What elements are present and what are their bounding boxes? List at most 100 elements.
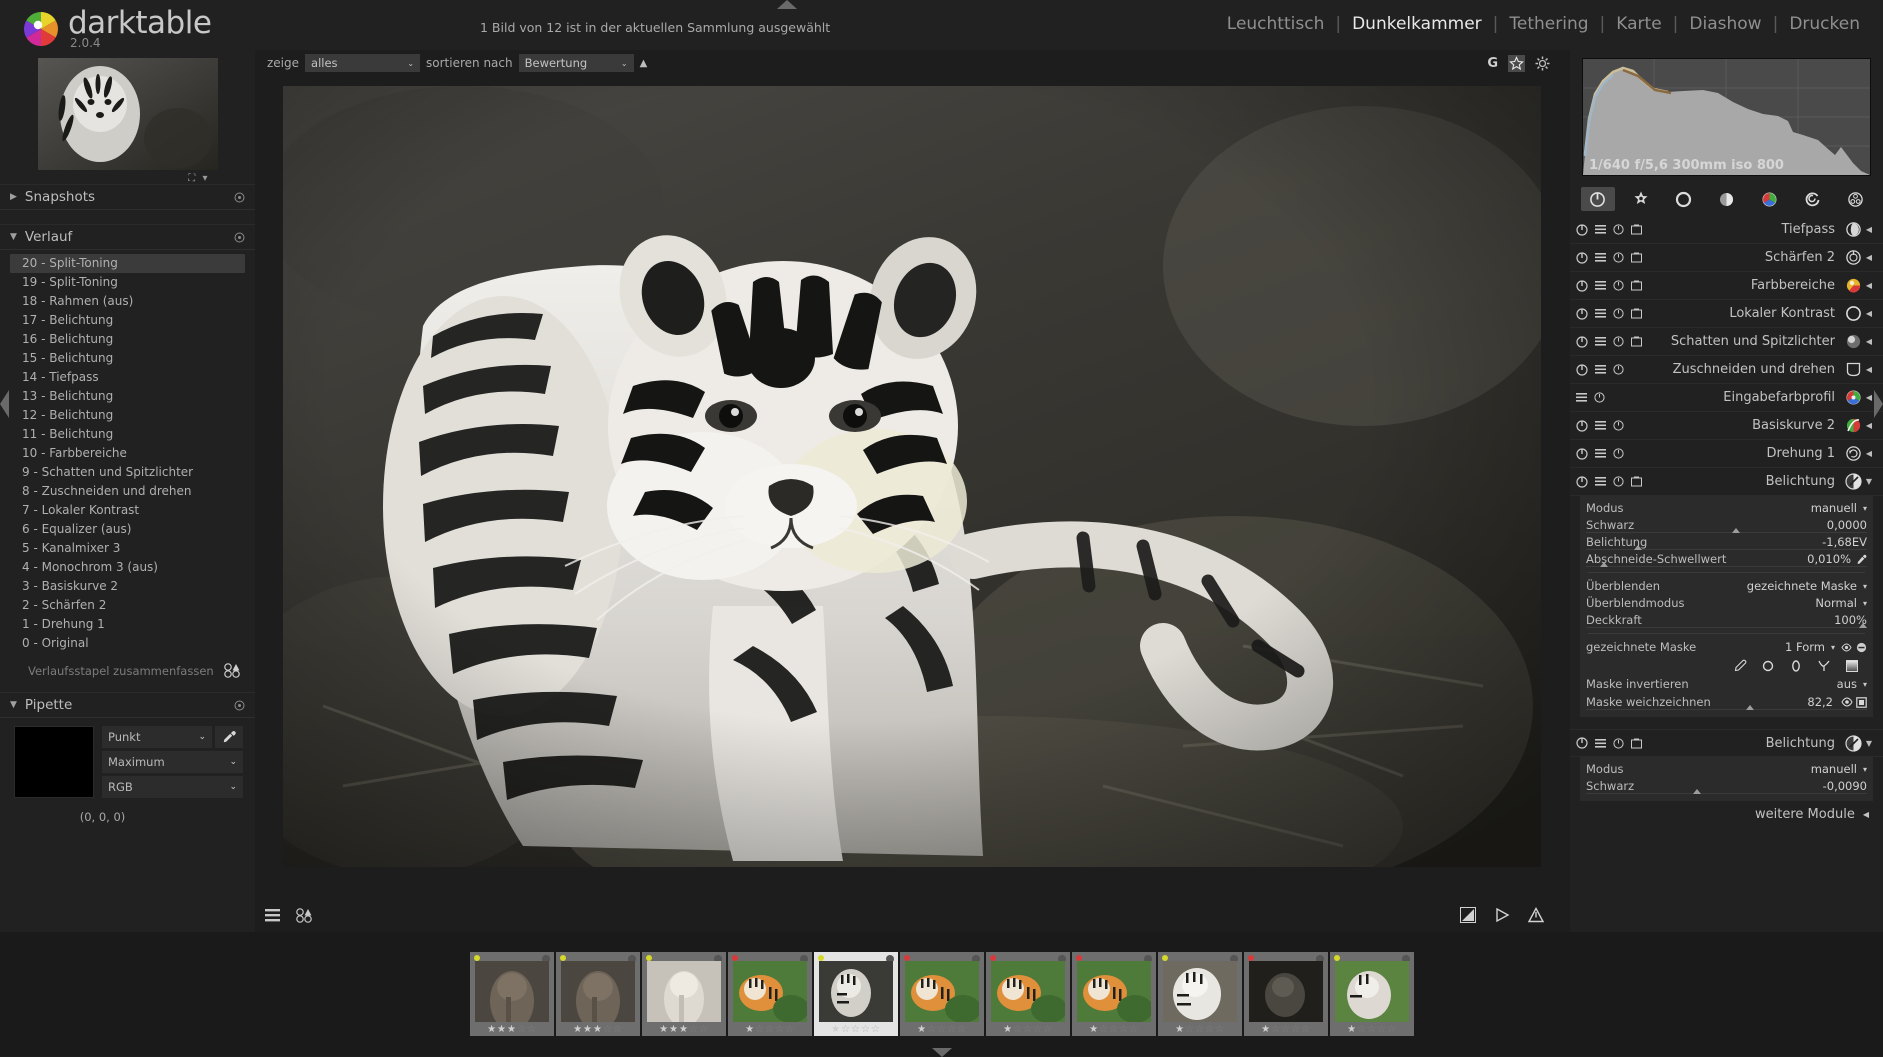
star[interactable]: ★ <box>1003 1024 1012 1035</box>
half-circle-icon[interactable] <box>1710 187 1744 211</box>
module-presets-icon[interactable] <box>1631 738 1642 749</box>
module-multi-instance-icon[interactable] <box>1595 365 1606 374</box>
slider-track[interactable] <box>1586 532 1867 533</box>
history-item[interactable]: 0 - Original <box>0 634 255 653</box>
star[interactable]: ☆ <box>1357 1024 1366 1035</box>
star-rating[interactable]: ★ ☆ ☆ ☆ ☆ <box>1072 1024 1156 1035</box>
module-multi-instance-icon[interactable] <box>1595 253 1606 262</box>
module-power-icon[interactable] <box>1576 419 1588 432</box>
module-presets-icon[interactable] <box>1631 280 1642 291</box>
image-canvas[interactable] <box>283 86 1541 867</box>
module-row-basiskurve-2[interactable]: Basiskurve 2 ◀ <box>1570 412 1883 440</box>
power-icon[interactable] <box>1580 187 1615 211</box>
filmstrip-thumbnail[interactable]: ★ ☆ ☆ ☆ ☆ <box>899 952 984 1036</box>
chevron-left-icon[interactable]: ◀ <box>1863 309 1875 318</box>
snapshots-reset-icon[interactable] <box>234 192 245 203</box>
right-panel-collapse-handle[interactable] <box>1874 390 1883 418</box>
picker-icon[interactable] <box>1856 554 1867 565</box>
star-rating[interactable]: ★ ☆ ☆ ☆ ☆ <box>814 1024 898 1035</box>
star-rating[interactable]: ★ ☆ ☆ ☆ ☆ <box>1158 1024 1242 1035</box>
filmstrip-thumbnail[interactable]: ★ ☆ ☆ ☆ ☆ <box>1071 952 1156 1036</box>
color-wheel-icon[interactable] <box>1753 187 1787 211</box>
star[interactable]: ★ <box>1347 1024 1356 1035</box>
module-row-belichtung[interactable]: Belichtung ▼ <box>1570 468 1883 496</box>
filmstrip-thumbnail[interactable]: ★ ☆ ☆ ☆ ☆ <box>813 952 898 1036</box>
star[interactable]: ☆ <box>689 1024 698 1035</box>
module-row-zuschneiden-und-drehen[interactable]: Zuschneiden und drehen ◀ <box>1570 356 1883 384</box>
star[interactable]: ☆ <box>613 1024 622 1035</box>
module-power-icon[interactable] <box>1576 447 1588 460</box>
grouping-badge[interactable]: G <box>1487 56 1498 71</box>
histogram[interactable]: 1/640 f/5,6 300mm iso 800 <box>1582 58 1871 176</box>
combo-row-modus[interactable]: Modus manuell ▾ <box>1586 761 1867 777</box>
star[interactable]: ☆ <box>699 1024 708 1035</box>
swirl-icon[interactable] <box>1796 187 1830 211</box>
star[interactable]: ★ <box>745 1024 754 1035</box>
module-row-schärfen-2[interactable]: Schärfen 2 ◀ <box>1570 244 1883 272</box>
chevron-left-icon[interactable]: ◀ <box>1863 449 1875 458</box>
history-item[interactable]: 13 - Belichtung <box>0 387 255 406</box>
star[interactable]: ☆ <box>1215 1024 1224 1035</box>
slider-handle[interactable] <box>1692 789 1701 794</box>
chevron-left-icon[interactable]: ◀ <box>1863 421 1875 430</box>
star[interactable]: ☆ <box>1377 1024 1386 1035</box>
star-overlay-icon[interactable] <box>1508 54 1525 72</box>
circle-icon[interactable] <box>1761 659 1775 673</box>
module-presets-icon[interactable] <box>1631 308 1642 319</box>
module-presets-icon[interactable] <box>1631 252 1642 263</box>
module-row-eingabefarbprofil[interactable]: Eingabefarbprofil ◀ <box>1570 384 1883 412</box>
module-power-icon[interactable] <box>1576 223 1588 236</box>
module-reset-icon[interactable] <box>1613 448 1624 459</box>
star-rating[interactable]: ★ ☆ ☆ ☆ ☆ <box>728 1024 812 1035</box>
history-item[interactable]: 19 - Split-Toning <box>0 273 255 292</box>
slider-row-schwarz[interactable]: Schwarz 0,0000 <box>1586 517 1867 533</box>
module-row-lokaler-kontrast[interactable]: Lokaler Kontrast ◀ <box>1570 300 1883 328</box>
module-multi-instance-icon[interactable] <box>1576 393 1587 402</box>
navigation-zoom-controls[interactable]: ⛶ ▾ <box>188 173 209 184</box>
star[interactable]: ☆ <box>1185 1024 1194 1035</box>
star[interactable]: ☆ <box>851 1024 860 1035</box>
star[interactable]: ☆ <box>603 1024 612 1035</box>
star-rating[interactable]: ★ ★ ★ ☆ ☆ <box>556 1024 640 1035</box>
star[interactable]: ☆ <box>927 1024 936 1035</box>
history-item[interactable]: 15 - Belichtung <box>0 349 255 368</box>
history-reset-icon[interactable] <box>234 232 245 243</box>
show-filter-select[interactable]: alles ⌄ <box>305 54 421 72</box>
star[interactable]: ☆ <box>957 1024 966 1035</box>
chevron-down-icon[interactable]: ▼ <box>1863 739 1875 748</box>
star[interactable]: ★ <box>679 1024 688 1035</box>
module-power-icon[interactable] <box>1576 363 1588 376</box>
nav-item-dunkelkammer[interactable]: Dunkelkammer <box>1341 14 1493 34</box>
combo-row-überblenden[interactable]: Überblenden gezeichnete Maske ▾ <box>1586 578 1867 594</box>
module-power-icon[interactable] <box>1576 251 1588 264</box>
slider-handle[interactable] <box>1732 528 1741 533</box>
module-reset-icon[interactable] <box>1613 364 1624 375</box>
star-rating[interactable]: ★ ☆ ☆ ☆ ☆ <box>986 1024 1070 1035</box>
history-item[interactable]: 11 - Belichtung <box>0 425 255 444</box>
softproof-icon[interactable] <box>1460 907 1476 923</box>
star[interactable]: ☆ <box>1033 1024 1042 1035</box>
history-item[interactable]: 2 - Schärfen 2 <box>0 596 255 615</box>
module-row-schatten-und-spitzlichter[interactable]: Schatten und Spitzlichter ◀ <box>1570 328 1883 356</box>
slider-track[interactable] <box>1586 566 1867 567</box>
path-icon[interactable] <box>1817 659 1831 673</box>
star[interactable]: ★ <box>507 1024 516 1035</box>
slider-row-deckkraft[interactable]: Deckkraft 100% <box>1586 612 1867 628</box>
filmstrip-thumbnail[interactable]: ★ ☆ ☆ ☆ ☆ <box>1329 952 1414 1036</box>
module-multi-instance-icon[interactable] <box>1595 281 1606 290</box>
star[interactable]: ☆ <box>841 1024 850 1035</box>
ellipse-icon[interactable] <box>1789 659 1803 673</box>
nav-item-tethering[interactable]: Tethering <box>1498 14 1599 34</box>
pipette-reset-icon[interactable] <box>234 700 245 711</box>
star[interactable]: ★ <box>487 1024 496 1035</box>
module-row-farbbereiche[interactable]: Farbbereiche ◀ <box>1570 272 1883 300</box>
module-reset-icon[interactable] <box>1613 737 1624 749</box>
module-multi-instance-icon[interactable] <box>1595 421 1606 430</box>
star[interactable]: ★ <box>497 1024 506 1035</box>
star[interactable]: ☆ <box>937 1024 946 1035</box>
module-presets-icon[interactable] <box>1631 336 1642 347</box>
star[interactable]: ☆ <box>1013 1024 1022 1035</box>
star[interactable]: ☆ <box>1099 1024 1108 1035</box>
star[interactable]: ★ <box>831 1024 840 1035</box>
mask-feather-row[interactable]: Maske weichzeichnen 82,2 <box>1586 694 1867 710</box>
